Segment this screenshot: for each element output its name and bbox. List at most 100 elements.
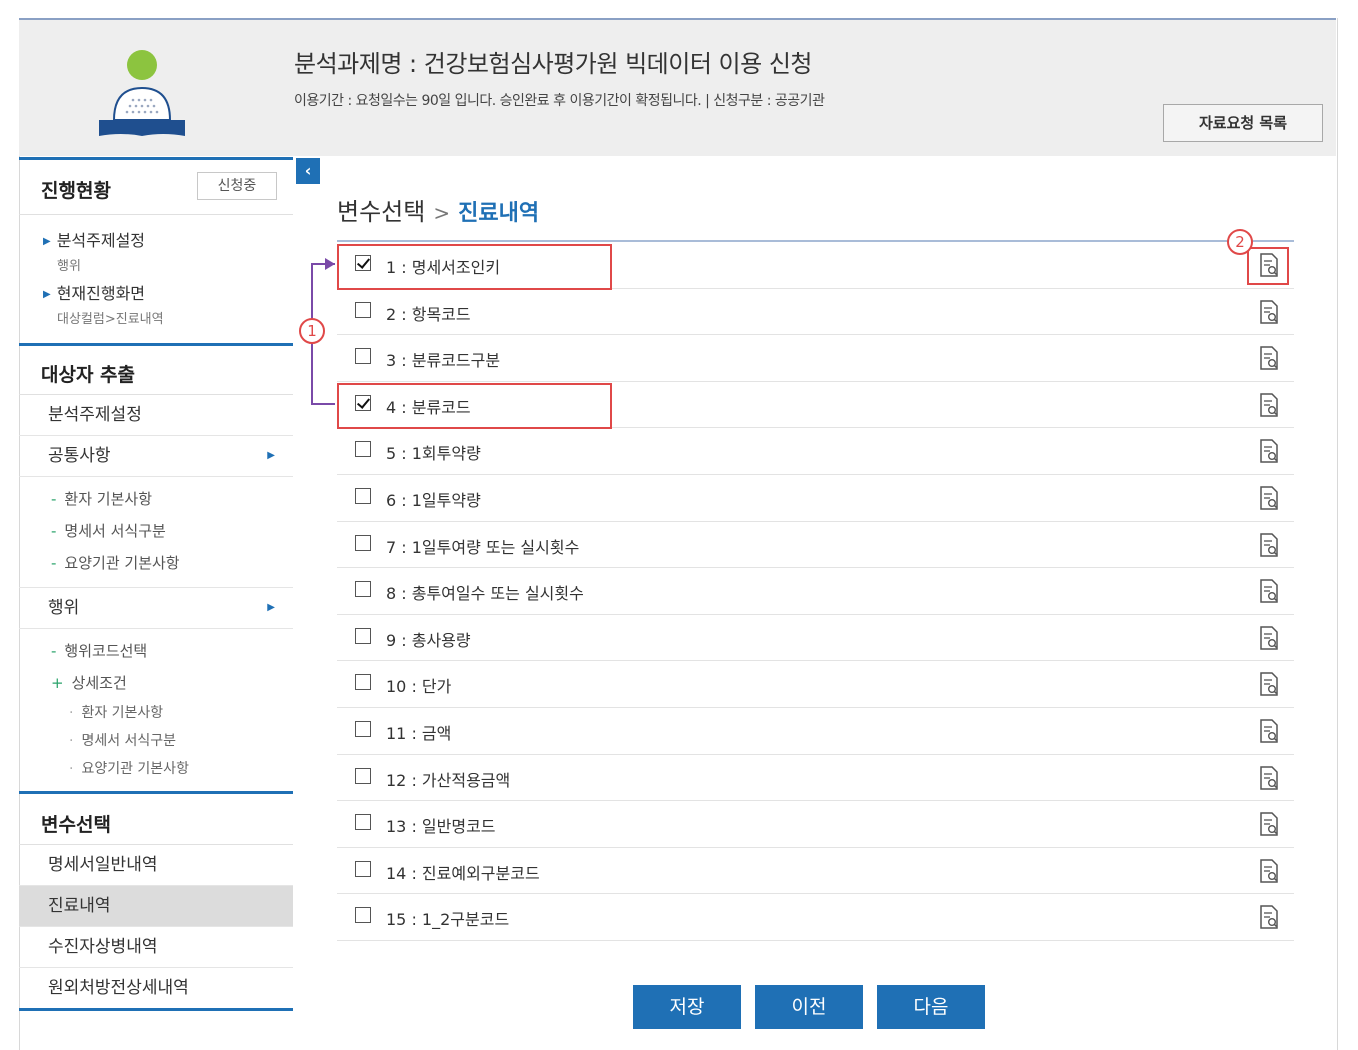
highlight-variable-1 [337, 244, 612, 290]
dot-icon: · [69, 761, 74, 777]
variable-checkbox[interactable] [355, 487, 371, 504]
variable-checkbox[interactable] [355, 301, 371, 318]
document-search-icon[interactable] [1259, 532, 1279, 557]
plus-icon: + [51, 674, 64, 692]
variable-list: 1 : 명세서조인키 2 : 항목코드 3 : 분류코드구분 4 : 분류코드 5 : … [337, 240, 1294, 941]
sidebar-subsub-form[interactable]: · 명세서 서식구분 [19, 727, 293, 755]
document-search-icon[interactable] [1259, 486, 1279, 510]
subitem-label: 환자 기본사항 [64, 490, 152, 508]
triangle-right-icon: ▶ [43, 289, 51, 300]
prev-button[interactable]: 이전 [755, 985, 863, 1029]
subsub-label: 명세서 서식구분 [81, 733, 177, 749]
save-button[interactable]: 저장 [633, 985, 741, 1029]
variable-checkbox[interactable] [355, 581, 371, 598]
variable-label: 10 : 단가 [386, 677, 452, 697]
variable-row: 14 : 진료예외구분코드 [337, 848, 1294, 895]
document-search-icon[interactable] [1259, 672, 1279, 697]
progress-item-current: ▶ 현재진행화면 [43, 280, 293, 304]
sidebar-subitem-form[interactable]: - 명세서 서식구분 [19, 515, 293, 547]
extract-heading: 대상자 추출 [41, 364, 136, 386]
variable-label: 7 : 1일투여량 또는 실시횟수 [386, 537, 580, 557]
variable-checkbox[interactable] [355, 441, 371, 458]
document-search-icon[interactable] [1259, 626, 1279, 650]
subitem-label: 요양기관 기본사항 [64, 554, 180, 572]
document-search-icon[interactable] [1259, 905, 1279, 930]
sidebar-subitem-detail[interactable]: + 상세조건 [19, 667, 293, 699]
sidebar-item-prescription[interactable]: 원외처방전상세내역 [19, 968, 293, 1011]
subitem-label: 상세조건 [71, 674, 127, 692]
next-button[interactable]: 다음 [877, 985, 985, 1029]
annotation-arrow-icon [325, 258, 335, 270]
request-list-button[interactable]: 자료요청 목록 [1163, 104, 1323, 142]
variable-label: 8 : 총투여일수 또는 실시횟수 [386, 584, 584, 604]
variable-row: 15 : 1_2구분코드 [337, 894, 1294, 941]
variable-checkbox[interactable] [355, 627, 371, 644]
progress-item-value: 행위 [57, 259, 81, 274]
variable-row: 12 : 가산적용금액 [337, 755, 1294, 802]
sidebar-item-claim-general[interactable]: 명세서일반내역 [19, 845, 293, 886]
highlight-variable-4 [337, 383, 612, 429]
variable-checkbox[interactable] [355, 814, 371, 831]
variable-checkbox[interactable] [355, 907, 371, 924]
sidebar-subitem-institution[interactable]: - 요양기관 기본사항 [19, 547, 293, 579]
document-search-icon[interactable] [1259, 858, 1279, 883]
variable-row: 13 : 일반명코드 [337, 801, 1294, 848]
subitem-label: 행위코드선택 [64, 642, 148, 660]
variable-checkbox[interactable] [355, 534, 371, 551]
variable-row: 10 : 단가 [337, 661, 1294, 708]
progress-item-label: 분석주제설정 [56, 231, 146, 250]
progress-item-label: 현재진행화면 [56, 284, 146, 303]
sidebar-item-label: 공통사항 [48, 446, 111, 466]
sidebar-item-topic-setting[interactable]: 분석주제설정 [19, 395, 293, 436]
arrow-right-icon: ▶ [267, 602, 275, 613]
document-search-icon[interactable] [1259, 579, 1279, 603]
document-search-icon[interactable] [1259, 812, 1279, 836]
subsub-label: 환자 기본사항 [81, 705, 164, 721]
subitem-label: 명세서 서식구분 [64, 522, 166, 540]
breadcrumb-current: 진료내역 [458, 201, 540, 226]
sidebar-subitem-act-code[interactable]: - 행위코드선택 [19, 635, 293, 667]
variable-row: 5 : 1회투약량 [337, 428, 1294, 475]
variable-label: 12 : 가산적용금액 [386, 770, 511, 790]
variable-row: 2 : 항목코드 [337, 289, 1294, 336]
variable-checkbox[interactable] [355, 860, 371, 877]
variable-label: 2 : 항목코드 [386, 304, 471, 324]
progress-heading: 진행현황 [41, 180, 111, 202]
variable-label: 3 : 분류코드구분 [386, 351, 501, 371]
annotation-marker-1: 1 [299, 318, 325, 344]
act-subgroup: - 행위코드선택 + 상세조건 · 환자 기본사항 · 명세서 서식구분 · 요양기관 기… [19, 629, 293, 791]
arrow-right-icon: ▶ [267, 450, 275, 461]
dash-icon: - [51, 522, 57, 540]
variable-label: 9 : 총사용량 [386, 630, 471, 650]
variable-checkbox[interactable] [355, 674, 371, 691]
header: 분석과제명 : 건강보험심사평가원 빅데이터 이용 신청 이용기간 : 요청일수… [19, 18, 1336, 156]
dash-icon: - [51, 490, 57, 508]
document-search-icon[interactable] [1259, 439, 1279, 464]
dash-icon: - [51, 642, 57, 660]
document-search-icon[interactable] [1259, 719, 1279, 743]
progress-item-value: 대상컬럼>진료내역 [57, 312, 164, 327]
variable-row: 7 : 1일투여량 또는 실시횟수 [337, 522, 1294, 569]
variables-section-header: 변수선택 [19, 791, 293, 845]
variable-checkbox[interactable] [355, 767, 371, 784]
sidebar-item-common[interactable]: 공통사항 ▶ [19, 436, 293, 477]
document-search-icon[interactable] [1259, 299, 1279, 324]
document-search-icon[interactable] [1259, 765, 1279, 790]
sidebar-subitem-patient[interactable]: - 환자 기본사항 [19, 483, 293, 515]
sidebar-item-act[interactable]: 행위 ▶ [19, 588, 293, 629]
progress-section-header: 진행현황 신청중 [19, 157, 293, 215]
dash-icon: - [51, 554, 57, 572]
variable-label: 11 : 금액 [386, 723, 452, 743]
sidebar-item-diagnosis[interactable]: 수진자상병내역 [19, 927, 293, 968]
subsub-label: 요양기관 기본사항 [81, 761, 189, 777]
variable-checkbox[interactable] [355, 348, 371, 365]
document-search-icon[interactable] [1259, 346, 1279, 370]
sidebar-item-treatment[interactable]: 진료내역 [19, 886, 293, 927]
document-search-icon[interactable] [1259, 393, 1279, 417]
breadcrumb-separator: > [433, 201, 451, 225]
sidebar-subsub-patient[interactable]: · 환자 기본사항 [19, 699, 293, 727]
variable-checkbox[interactable] [355, 720, 371, 737]
sidebar-subsub-institution[interactable]: · 요양기관 기본사항 [19, 755, 293, 783]
sidebar-collapse-button[interactable]: ‹ [296, 158, 320, 184]
variable-row: 3 : 분류코드구분 [337, 335, 1294, 382]
